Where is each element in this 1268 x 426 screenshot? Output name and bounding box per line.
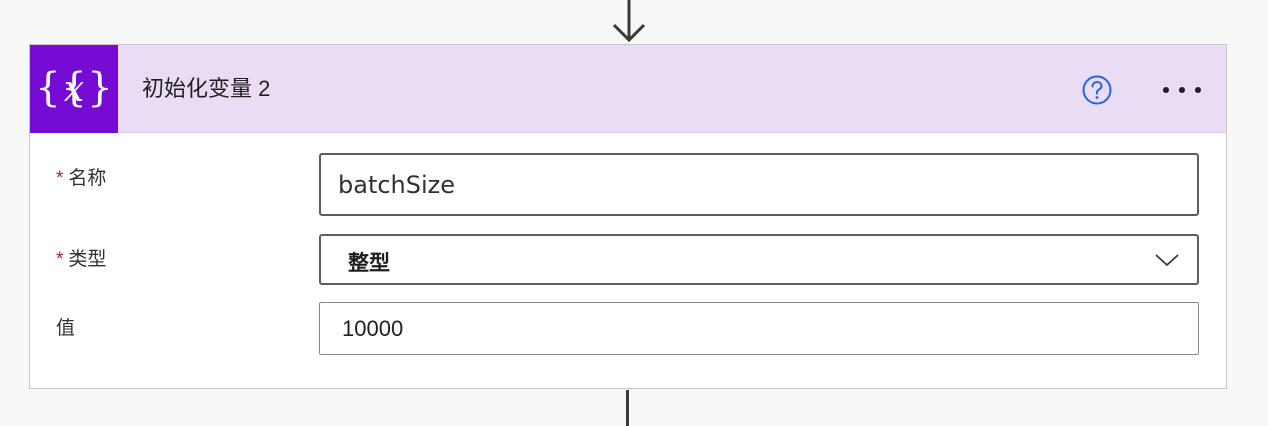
name-label-text: 名称 <box>68 168 107 189</box>
type-field-label: * 类型 <box>56 248 106 272</box>
svg-text:{: { <box>35 65 60 111</box>
arrow-down-icon <box>612 0 646 43</box>
type-dropdown[interactable]: 整型 <box>319 234 1199 285</box>
value-input[interactable] <box>319 302 1199 355</box>
type-label-text: 类型 <box>68 249 107 270</box>
question-circle-icon[interactable] <box>1081 74 1113 106</box>
name-input[interactable] <box>319 153 1199 216</box>
ellipsis-icon[interactable] <box>1154 75 1210 105</box>
type-selected-value: 整型 <box>348 252 390 275</box>
value-label-text: 值 <box>56 318 76 339</box>
connector-line <box>626 390 629 426</box>
required-marker: * <box>56 249 64 270</box>
required-marker: * <box>56 168 64 189</box>
card-header[interactable]: { x { } 初始化变量 2 <box>30 45 1226 133</box>
chevron-down-icon[interactable] <box>1154 252 1180 268</box>
svg-text:x: x <box>64 69 84 110</box>
initialize-variable-card: { x { } 初始化变量 2 *名称 *类型 整型 值 <box>29 44 1227 389</box>
name-field-label: * 名称 <box>56 167 106 191</box>
card-title: 初始化变量 2 <box>142 76 271 101</box>
svg-text:}: } <box>87 65 112 111</box>
value-field-label: 值 <box>56 317 75 341</box>
variable-icon: { x { } <box>30 45 118 133</box>
